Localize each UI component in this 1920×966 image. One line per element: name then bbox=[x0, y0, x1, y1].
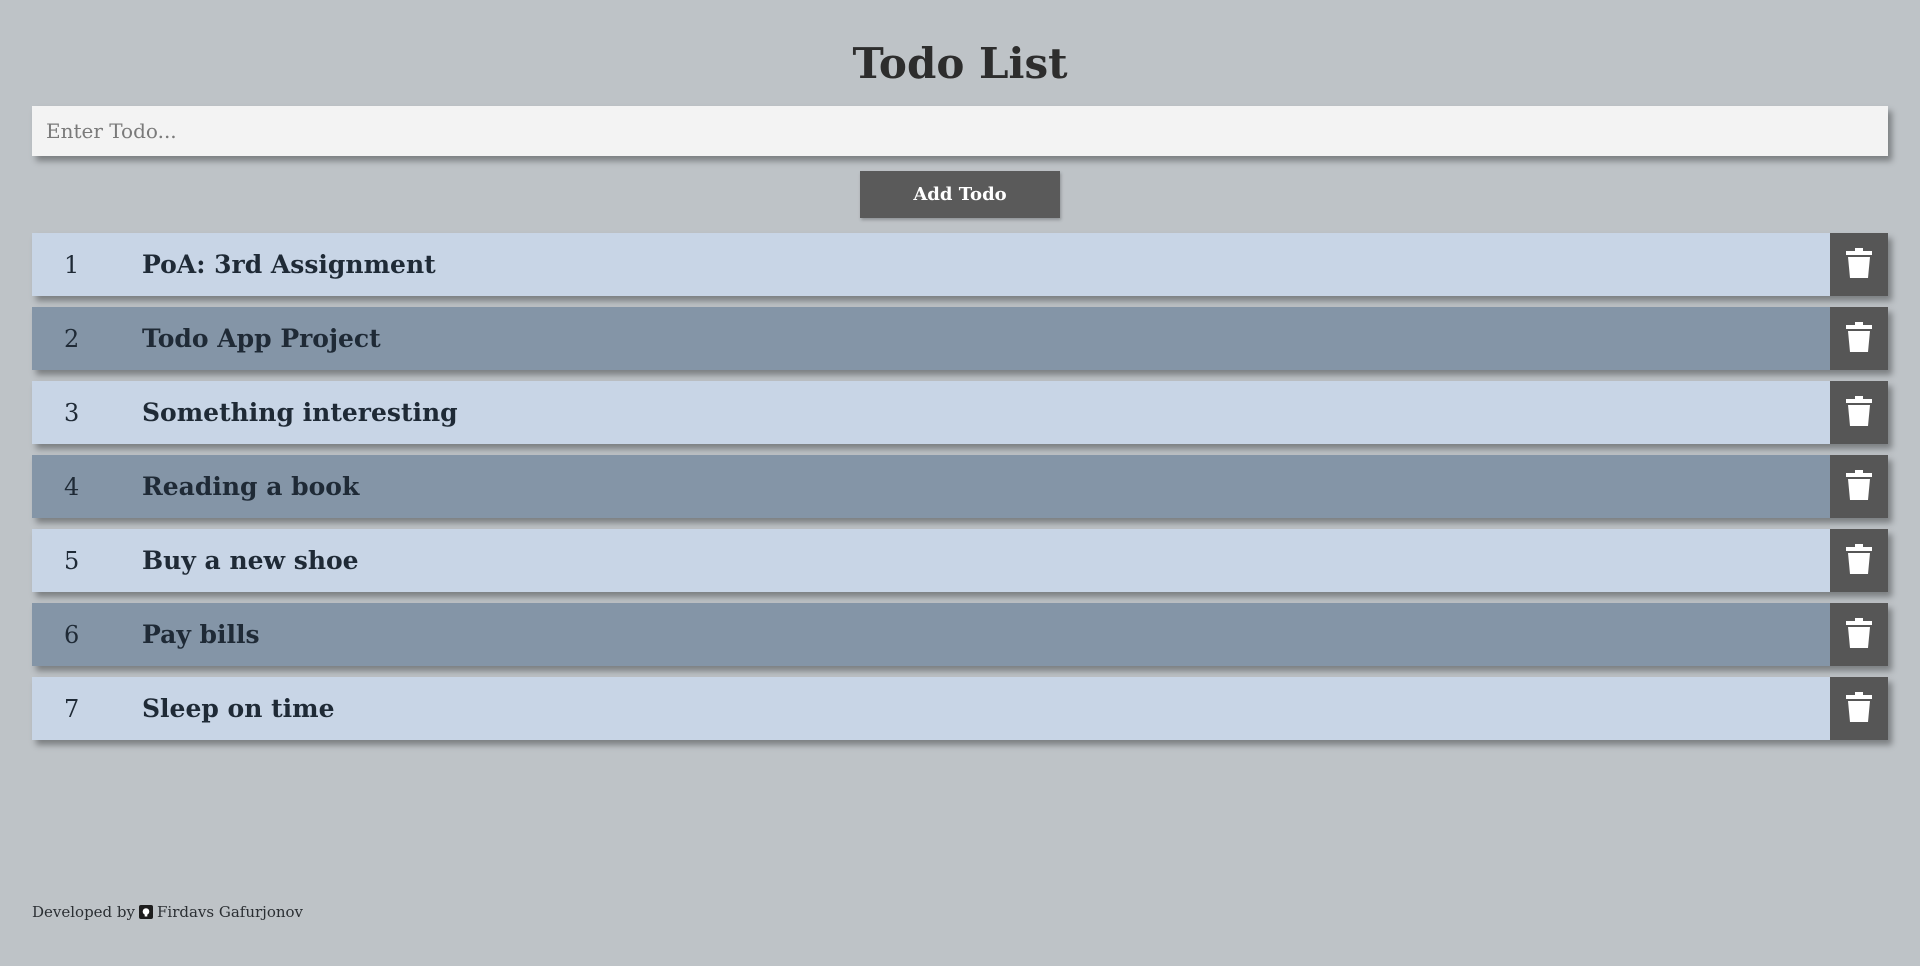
trash-icon bbox=[1845, 617, 1873, 652]
trash-icon bbox=[1845, 469, 1873, 504]
author-link[interactable]: Firdavs Gafurjonov bbox=[157, 903, 303, 921]
github-icon bbox=[139, 905, 154, 919]
todo-text: Sleep on time bbox=[142, 694, 335, 723]
trash-icon bbox=[1845, 395, 1873, 430]
todo-number: 3 bbox=[64, 398, 80, 427]
todo-number: 6 bbox=[64, 620, 80, 649]
todo-item: 7 Sleep on time bbox=[32, 677, 1888, 740]
todo-item: 4 Reading a book bbox=[32, 455, 1888, 518]
footer-prefix: Developed by bbox=[32, 903, 136, 921]
trash-icon bbox=[1845, 543, 1873, 578]
todo-input[interactable] bbox=[32, 106, 1888, 156]
trash-icon bbox=[1845, 321, 1873, 356]
delete-todo-button[interactable] bbox=[1830, 603, 1888, 666]
page-title: Todo List bbox=[852, 39, 1068, 88]
todo-text: Reading a book bbox=[142, 472, 360, 501]
todo-item: 3 Something interesting bbox=[32, 381, 1888, 444]
todo-text: PoA: 3rd Assignment bbox=[142, 250, 436, 279]
todo-number: 2 bbox=[64, 324, 80, 353]
todo-item: 5 Buy a new shoe bbox=[32, 529, 1888, 592]
add-todo-button[interactable]: Add Todo bbox=[860, 171, 1060, 218]
trash-icon bbox=[1845, 691, 1873, 726]
trash-icon bbox=[1845, 247, 1873, 282]
todo-number: 7 bbox=[64, 694, 80, 723]
todo-number: 5 bbox=[64, 546, 80, 575]
delete-todo-button[interactable] bbox=[1830, 233, 1888, 296]
todo-text: Buy a new shoe bbox=[142, 546, 359, 575]
delete-todo-button[interactable] bbox=[1830, 381, 1888, 444]
delete-todo-button[interactable] bbox=[1830, 529, 1888, 592]
todo-text: Todo App Project bbox=[142, 324, 381, 353]
delete-todo-button[interactable] bbox=[1830, 455, 1888, 518]
todo-item: 6 Pay bills bbox=[32, 603, 1888, 666]
todo-text: Something interesting bbox=[142, 398, 458, 427]
todo-number: 4 bbox=[64, 472, 80, 501]
todo-list: 1 PoA: 3rd Assignment 2 Todo App Project… bbox=[32, 233, 1888, 751]
todo-number: 1 bbox=[64, 250, 80, 279]
todo-text: Pay bills bbox=[142, 620, 260, 649]
delete-todo-button[interactable] bbox=[1830, 307, 1888, 370]
footer: Developed by Firdavs Gafurjonov bbox=[32, 903, 303, 921]
delete-todo-button[interactable] bbox=[1830, 677, 1888, 740]
todo-item: 1 PoA: 3rd Assignment bbox=[32, 233, 1888, 296]
todo-item: 2 Todo App Project bbox=[32, 307, 1888, 370]
